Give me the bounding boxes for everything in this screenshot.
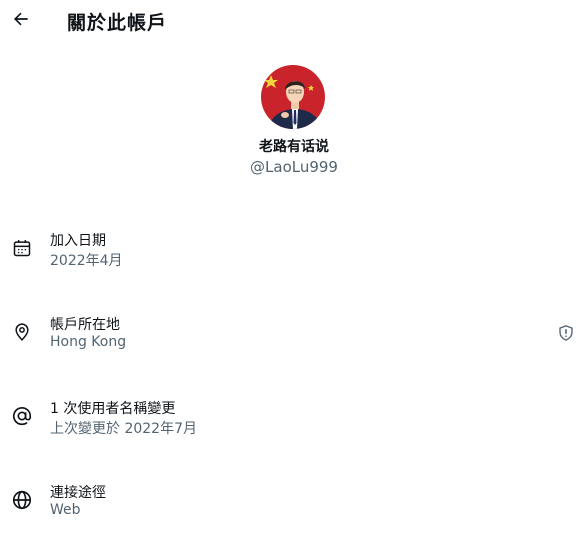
avatar[interactable] (261, 65, 325, 129)
join-date-value: 2022年4月 (50, 253, 123, 269)
info-row-account-location: 帳戶所在地 Hong Kong (0, 314, 588, 358)
username-handle: @LaoLu999 (250, 158, 338, 176)
about-account-page: 關於此帳戶 老路有话说 @LaoLu999 加入日期 2022年4月 帳戶所在地… (0, 0, 588, 543)
calendar-icon (10, 236, 34, 260)
username-changes-value: 上次變更於 2022年7月 (50, 421, 197, 437)
page-title: 關於此帳戶 (67, 12, 168, 34)
at-sign-icon (10, 404, 34, 428)
account-location-label: 帳戶所在地 (50, 317, 120, 333)
back-button[interactable] (8, 6, 34, 32)
account-location-value: Hong Kong (50, 334, 127, 350)
globe-icon (10, 488, 34, 512)
info-row-username-changes: 1 次使用者名稱變更 上次變更於 2022年7月 (0, 398, 588, 442)
shield-info-icon[interactable] (555, 322, 577, 344)
avatar-image (261, 65, 325, 129)
location-pin-icon (10, 320, 34, 344)
header: 關於此帳戶 (0, 0, 588, 40)
connected-via-value: Web (50, 502, 81, 518)
info-row-connected-via: 連接途徑 Web (0, 482, 588, 526)
join-date-label: 加入日期 (50, 233, 106, 249)
username-changes-label: 1 次使用者名稱變更 (50, 401, 176, 417)
connected-via-label: 連接途徑 (50, 485, 106, 501)
display-name: 老路有话说 (259, 139, 329, 155)
info-row-join-date: 加入日期 2022年4月 (0, 230, 588, 274)
arrow-left-icon (14, 12, 28, 26)
